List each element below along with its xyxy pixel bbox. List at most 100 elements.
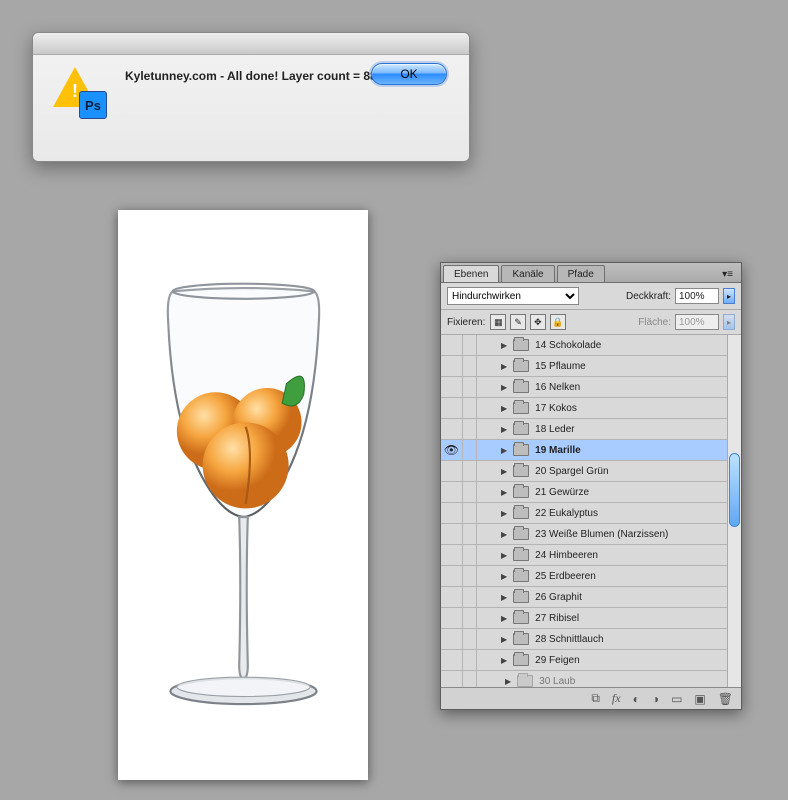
layer-row[interactable]: 👁 ▶19 Marille	[441, 440, 727, 461]
lock-transparency-icon[interactable]: ▦	[490, 314, 506, 330]
visibility-toggle[interactable]	[441, 335, 463, 355]
opacity-value[interactable]: 100%	[675, 288, 719, 304]
visibility-toggle[interactable]	[441, 650, 463, 670]
layer-body[interactable]: ▶27 Ribisel	[477, 612, 727, 624]
layer-body[interactable]: ▶21 Gewürze	[477, 486, 727, 498]
visibility-toggle[interactable]	[441, 356, 463, 376]
disclosure-triangle-icon[interactable]: ▶	[501, 488, 507, 497]
layer-row[interactable]: ▶ 16 Nelken	[441, 377, 727, 398]
lock-position-icon[interactable]: ✥	[530, 314, 546, 330]
lock-all-icon[interactable]: 🔒	[550, 314, 566, 330]
layer-row[interactable]: ▶18 Leder	[441, 419, 727, 440]
visibility-toggle[interactable]	[441, 608, 463, 628]
visibility-toggle[interactable]	[441, 587, 463, 607]
layer-body[interactable]: ▶ 24 Himbeeren	[477, 549, 727, 561]
layer-body[interactable]: ▶18 Leder	[477, 423, 727, 435]
layer-meta-cell	[463, 335, 477, 355]
layer-name: 25 Erdbeeren	[535, 571, 596, 582]
layer-row[interactable]: ▶29 Feigen	[441, 650, 727, 671]
layer-row[interactable]: ▶21 Gewürze	[441, 482, 727, 503]
layer-row[interactable]: ▶ 24 Himbeeren	[441, 545, 727, 566]
disclosure-triangle-icon[interactable]: ▶	[501, 551, 507, 560]
visibility-toggle[interactable]	[441, 482, 463, 502]
panel-menu-icon[interactable]: ▾≡	[718, 267, 737, 282]
lock-pixels-icon[interactable]: ✎	[510, 314, 526, 330]
layer-body[interactable]: ▶29 Feigen	[477, 654, 727, 666]
layer-row[interactable]: ▶17 Kokos	[441, 398, 727, 419]
disclosure-triangle-icon[interactable]: ▶	[501, 635, 507, 644]
layer-body[interactable]: ▶20 Spargel Grün	[477, 465, 727, 477]
layer-row[interactable]: ▶ 25 Erdbeeren	[441, 566, 727, 587]
fx-icon[interactable]: fx	[612, 691, 621, 706]
layers-scrollbar[interactable]	[727, 335, 741, 687]
disclosure-triangle-icon[interactable]: ▶	[501, 446, 507, 455]
disclosure-triangle-icon[interactable]: ▶	[505, 677, 511, 686]
ok-button[interactable]: OK	[371, 63, 447, 85]
visibility-toggle[interactable]: 👁	[441, 440, 463, 460]
layer-row[interactable]: ▶15 Pflaume	[441, 356, 727, 377]
layer-row[interactable]: ▶28 Schnittlauch	[441, 629, 727, 650]
visibility-toggle[interactable]	[441, 419, 463, 439]
layer-body[interactable]: ▶22 Eukalyptus	[477, 507, 727, 519]
document-canvas[interactable]	[118, 210, 368, 780]
layer-row[interactable]: ▶23 Weiße Blumen (Narzissen)	[441, 524, 727, 545]
disclosure-triangle-icon[interactable]: ▶	[501, 530, 507, 539]
disclosure-triangle-icon[interactable]: ▶	[501, 467, 507, 476]
trash-icon[interactable]: 🗑	[718, 692, 733, 706]
layer-body[interactable]: ▶ 16 Nelken	[477, 381, 727, 393]
layers-panel: Ebenen Kanäle Pfade ▾≡ Hindurchwirken De…	[440, 262, 742, 710]
layer-row[interactable]: ▶20 Spargel Grün	[441, 461, 727, 482]
layer-body[interactable]: ▶14 Schokolade	[477, 339, 727, 351]
tab-layers[interactable]: Ebenen	[443, 265, 499, 282]
layer-row[interactable]: ▶26 Graphit	[441, 587, 727, 608]
disclosure-triangle-icon[interactable]: ▶	[501, 383, 507, 392]
disclosure-triangle-icon[interactable]: ▶	[501, 614, 507, 623]
new-layer-icon[interactable]: ▣	[694, 692, 705, 706]
visibility-toggle[interactable]	[441, 671, 463, 687]
tab-channels[interactable]: Kanäle	[501, 265, 554, 282]
visibility-toggle[interactable]	[441, 524, 463, 544]
visibility-toggle[interactable]	[441, 377, 463, 397]
disclosure-triangle-icon[interactable]: ▶	[501, 656, 507, 665]
opacity-dropdown-icon[interactable]: ▸	[723, 288, 735, 304]
disclosure-triangle-icon[interactable]: ▶	[501, 341, 507, 350]
visibility-toggle[interactable]	[441, 545, 463, 565]
layer-body[interactable]: ▶30 Laub	[477, 675, 727, 687]
new-group-icon[interactable]: ▭	[671, 692, 682, 706]
adjust-icon[interactable]: ◑	[652, 692, 659, 706]
layer-body[interactable]: ▶19 Marille	[477, 444, 727, 456]
layer-body[interactable]: ▶17 Kokos	[477, 402, 727, 414]
folder-icon	[513, 402, 529, 414]
layer-meta-cell	[463, 482, 477, 502]
disclosure-triangle-icon[interactable]: ▶	[501, 572, 507, 581]
layer-row[interactable]: ▶14 Schokolade	[441, 335, 727, 356]
dialog-titlebar[interactable]	[33, 33, 469, 55]
tab-paths[interactable]: Pfade	[557, 265, 605, 282]
disclosure-triangle-icon[interactable]: ▶	[501, 425, 507, 434]
layer-body[interactable]: ▶26 Graphit	[477, 591, 727, 603]
visibility-toggle[interactable]	[441, 503, 463, 523]
layer-row[interactable]: ▶30 Laub	[441, 671, 727, 687]
disclosure-triangle-icon[interactable]: ▶	[501, 404, 507, 413]
layer-body[interactable]: ▶15 Pflaume	[477, 360, 727, 372]
layer-row[interactable]: ▶22 Eukalyptus	[441, 503, 727, 524]
layer-row[interactable]: ▶27 Ribisel	[441, 608, 727, 629]
disclosure-triangle-icon[interactable]: ▶	[501, 362, 507, 371]
layer-name: 24 Himbeeren	[535, 550, 598, 561]
scrollbar-thumb[interactable]	[729, 453, 740, 527]
visibility-toggle[interactable]	[441, 566, 463, 586]
layer-body[interactable]: ▶28 Schnittlauch	[477, 633, 727, 645]
blend-mode-select[interactable]: Hindurchwirken	[447, 287, 579, 305]
layer-name: 16 Nelken	[535, 382, 580, 393]
disclosure-triangle-icon[interactable]: ▶	[501, 509, 507, 518]
visibility-toggle[interactable]	[441, 629, 463, 649]
layer-body[interactable]: ▶23 Weiße Blumen (Narzissen)	[477, 528, 727, 540]
layer-body[interactable]: ▶ 25 Erdbeeren	[477, 570, 727, 582]
visibility-toggle[interactable]	[441, 398, 463, 418]
layers-list[interactable]: ▶14 Schokolade▶15 Pflaume▶16 Nelken▶17 K…	[441, 335, 727, 687]
mask-icon[interactable]: ◐	[633, 692, 640, 706]
layer-meta-cell	[463, 503, 477, 523]
visibility-toggle[interactable]	[441, 461, 463, 481]
link-icon[interactable]: ⧉	[591, 691, 600, 706]
disclosure-triangle-icon[interactable]: ▶	[501, 593, 507, 602]
